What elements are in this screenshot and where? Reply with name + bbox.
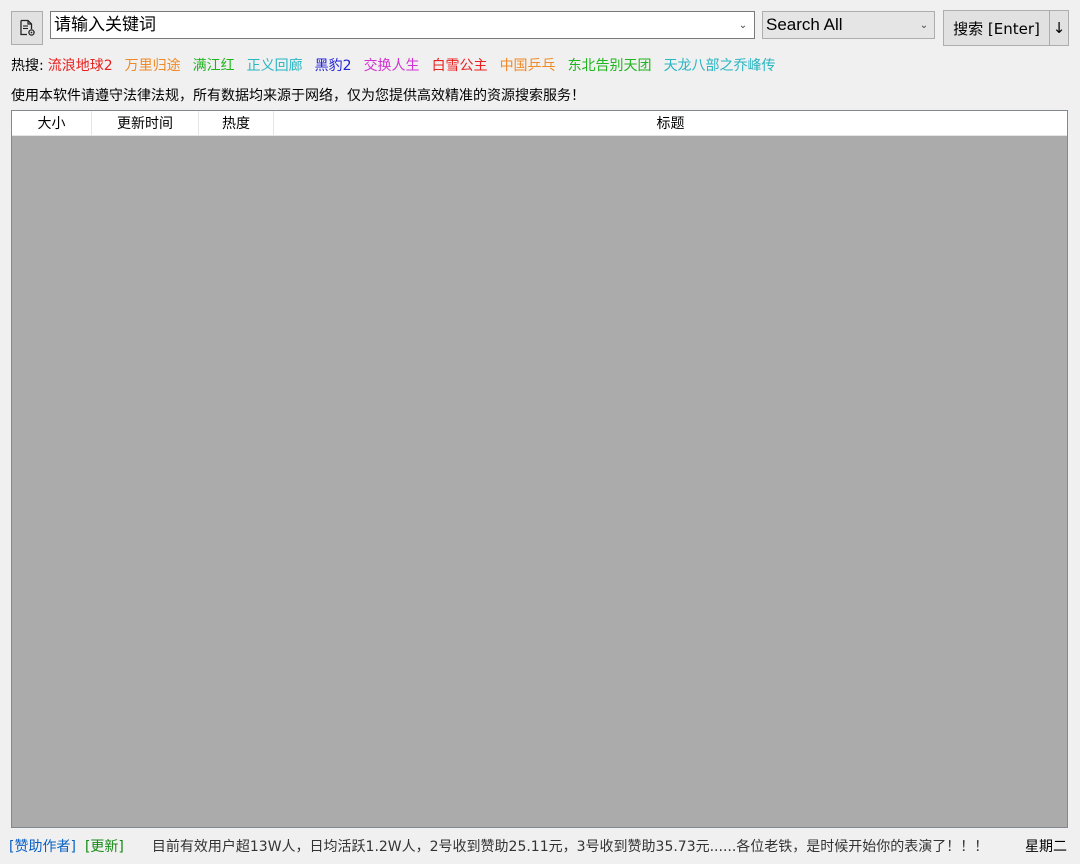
document-gear-icon	[20, 19, 35, 36]
update-link[interactable]: [更新]	[85, 836, 124, 856]
download-arrow-button[interactable]: ↓	[1049, 10, 1069, 46]
hot-search-bar: 热搜: 流浪地球2 万里归途 满江红 正义回廊 黑豹2 交换人生 白雪公主 中国…	[11, 55, 788, 75]
hot-search-item[interactable]: 万里归途	[125, 55, 181, 75]
search-engine-select[interactable]: Search All ⌄	[762, 11, 935, 39]
column-header-update-time[interactable]: 更新时间	[92, 111, 199, 135]
chevron-down-icon[interactable]: ⌄	[732, 12, 754, 38]
results-list[interactable]: 大小 更新时间 热度 标题	[11, 110, 1068, 828]
hot-search-item[interactable]: 流浪地球2	[48, 55, 113, 75]
status-message: 目前有效用户超13W人，日均活跃1.2W人，2号收到赞助25.11元，3号收到赞…	[151, 839, 989, 855]
chevron-down-icon: ⌄	[919, 19, 929, 31]
hot-search-item[interactable]: 交换人生	[364, 55, 420, 75]
legal-notice: 使用本软件请遵守法律法规，所有数据均来源于网络，仅为您提供高效精准的资源搜索服务…	[11, 88, 585, 104]
weekday-label: 星期二	[1025, 839, 1067, 855]
toolbar: ⌄ Search All ⌄ 搜索 [Enter] ↓	[0, 0, 1080, 50]
search-engine-selected-value: Search All	[766, 15, 843, 34]
hot-search-item[interactable]: 中国乒乓	[500, 55, 556, 75]
column-header-size[interactable]: 大小	[12, 111, 92, 135]
keyword-search-input[interactable]	[51, 12, 732, 38]
arrow-down-icon: ↓	[1052, 19, 1066, 37]
column-header-heat[interactable]: 热度	[199, 111, 274, 135]
hot-search-item[interactable]: 东北告别天团	[568, 55, 652, 75]
hot-search-label: 热搜:	[11, 58, 44, 74]
hot-search-item[interactable]: 黑豹2	[315, 55, 352, 75]
sponsor-author-link[interactable]: [赞助作者]	[9, 836, 76, 856]
hot-search-item[interactable]: 白雪公主	[432, 55, 488, 75]
hot-search-item[interactable]: 天龙八部之乔峰传	[664, 55, 776, 75]
results-header: 大小 更新时间 热度 标题	[12, 111, 1067, 136]
hot-search-item[interactable]: 正义回廊	[247, 55, 303, 75]
search-button-label: 搜索 [Enter]	[953, 19, 1040, 38]
column-header-title[interactable]: 标题	[274, 111, 1067, 135]
document-settings-button[interactable]	[11, 11, 43, 45]
keyword-search-combobox[interactable]: ⌄	[50, 11, 755, 39]
search-button[interactable]: 搜索 [Enter]	[943, 10, 1050, 46]
status-bar: [赞助作者] [更新] 目前有效用户超13W人，日均活跃1.2W人，2号收到赞助…	[0, 832, 1080, 860]
hot-search-item[interactable]: 满江红	[193, 55, 235, 75]
